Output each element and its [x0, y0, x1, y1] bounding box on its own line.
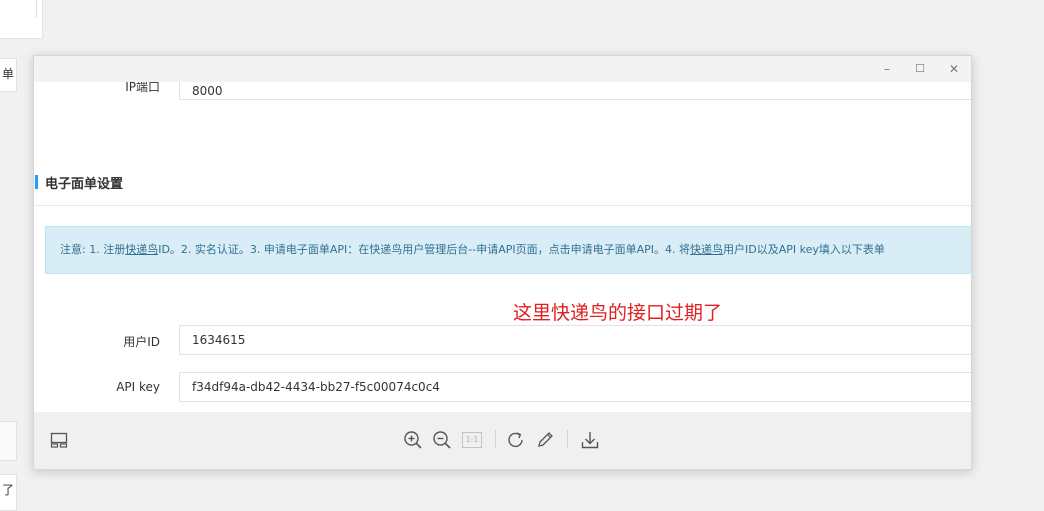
section-divider: [34, 205, 971, 206]
background-panel: [0, 0, 43, 39]
background-fragment-middle: [0, 421, 17, 461]
background-fragment-bottom: 了: [0, 474, 17, 511]
divider: [36, 0, 37, 18]
window-titlebar[interactable]: – ☐ ✕: [34, 56, 971, 82]
actual-size-icon[interactable]: 1:1: [461, 429, 483, 451]
kuaidiniao-link[interactable]: 快递鸟: [690, 243, 723, 256]
api-key-label: API key: [116, 380, 160, 394]
user-id-label: 用户ID: [123, 335, 160, 349]
ip-port-input[interactable]: 8000: [179, 82, 971, 100]
zoom-out-icon[interactable]: [431, 429, 453, 451]
edit-pencil-icon[interactable]: [534, 429, 556, 451]
kuaidiniao-link[interactable]: 快递鸟: [125, 243, 158, 256]
api-key-input[interactable]: f34df94a-db42-4434-bb27-f5c00074c0c4: [179, 372, 971, 402]
minimize-button[interactable]: –: [878, 60, 896, 78]
background-fragment-top: 单: [0, 58, 17, 92]
ip-port-label: IP端口: [125, 82, 160, 94]
close-button[interactable]: ✕: [945, 60, 963, 78]
maximize-button[interactable]: ☐: [911, 60, 929, 78]
section-title: 电子面单设置: [45, 177, 124, 192]
actual-size-label: 1:1: [462, 432, 482, 448]
annotation-text: 这里快递鸟的接口过期了: [513, 302, 723, 324]
download-icon[interactable]: [579, 429, 601, 451]
toolbar-separator: [495, 430, 496, 448]
thumbnail-panel-icon[interactable]: [48, 429, 70, 451]
background-fragment-label: 了: [1, 483, 14, 497]
image-viewer-window: – ☐ ✕ IP端口 8000 电子面单设置 注意: 1. 注册快递鸟ID。2.…: [33, 55, 972, 470]
viewer-toolbar: 1:1: [34, 412, 971, 469]
section-accent-bar: [35, 175, 38, 189]
notice-alert: 注意: 1. 注册快递鸟ID。2. 实名认证。3. 申请电子面单API：在快递鸟…: [45, 226, 971, 274]
screenshot-content: IP端口 8000 电子面单设置 注意: 1. 注册快递鸟ID。2. 实名认证。…: [34, 82, 971, 412]
background-fragment-label: 单: [1, 67, 14, 81]
notice-text: 注意: 1. 注册: [60, 243, 126, 256]
user-id-input[interactable]: 1634615: [179, 325, 971, 355]
toolbar-separator: [567, 430, 568, 448]
notice-text: ID。2. 实名认证。3. 申请电子面单API：在快递鸟用户管理后台--申请AP…: [158, 243, 691, 256]
zoom-in-icon[interactable]: [402, 429, 424, 451]
rotate-icon[interactable]: [505, 429, 527, 451]
notice-text: 用户ID以及API key填入以下表单: [723, 243, 885, 256]
